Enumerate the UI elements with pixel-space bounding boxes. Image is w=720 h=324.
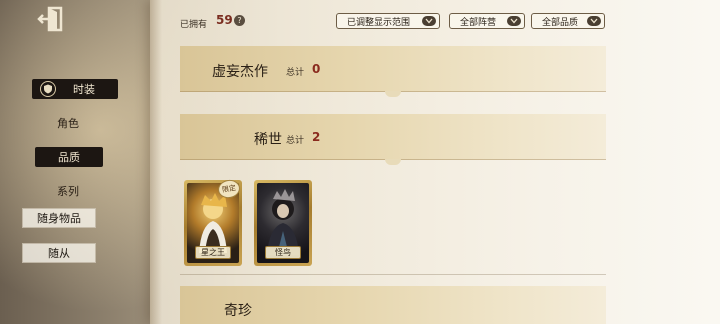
sidebar-item-label: 系列 (57, 185, 79, 198)
sidebar-item-label: 时装 (73, 83, 95, 96)
sidebar-item-label: 角色 (57, 117, 79, 130)
dropdown-label: 已调整显示范围 (347, 17, 411, 28)
chevron-down-icon (587, 16, 601, 26)
chevron-down-icon (507, 16, 521, 26)
category-count: 0 (312, 62, 321, 76)
sidebar-item-label: 随身物品 (37, 212, 81, 225)
chevron-down-icon (422, 16, 436, 26)
card-name: 怪鸟 (265, 246, 301, 259)
category-banner-treasure[interactable]: 奇珍 (180, 286, 606, 324)
sidebar-item-label: 品质 (58, 151, 80, 164)
divider (180, 274, 606, 275)
costume-card-strange-bird[interactable]: 怪鸟 (254, 180, 312, 266)
panel-edge-shadow (150, 0, 162, 324)
sidebar-item-series[interactable]: 系列 (32, 181, 104, 201)
dropdown-label: 全部阵营 (460, 17, 497, 28)
card-name: 星之王 (195, 246, 231, 259)
sidebar-item-label: 随从 (48, 247, 70, 260)
category-name: 稀世 (254, 132, 282, 148)
category-banner-rare[interactable]: 稀世 总计 2 (180, 114, 606, 165)
help-icon[interactable]: ? (234, 15, 245, 26)
owned-label: 已拥有 (180, 20, 208, 30)
category-count: 2 (312, 130, 321, 144)
owned-count: 59 (216, 13, 233, 27)
sidebar-item-costume[interactable]: 时装 (32, 79, 118, 99)
shield-icon (40, 81, 56, 97)
category-total-label: 总计 (286, 136, 305, 146)
sidebar-item-character[interactable]: 角色 (32, 113, 104, 133)
card-portrait: 怪鸟 (257, 183, 309, 263)
category-name: 奇珍 (224, 303, 252, 319)
sidebar-item-accessories[interactable]: 随身物品 (22, 208, 96, 228)
display-range-dropdown[interactable]: 已调整显示范围 (336, 13, 440, 29)
sidebar-item-quality[interactable]: 品质 (35, 147, 103, 167)
category-banner-masterpiece[interactable]: 虚妄杰作 总计 0 (180, 46, 606, 97)
dropdown-label: 全部品质 (542, 17, 579, 28)
category-name: 虚妄杰作 (212, 64, 268, 80)
sidebar: 时装 角色 品质 系列 随身物品 随从 (0, 0, 150, 324)
faction-dropdown[interactable]: 全部阵营 (449, 13, 525, 29)
category-total-label: 总计 (286, 68, 305, 78)
sidebar-item-follower[interactable]: 随从 (22, 243, 96, 263)
quality-dropdown[interactable]: 全部品质 (531, 13, 605, 29)
